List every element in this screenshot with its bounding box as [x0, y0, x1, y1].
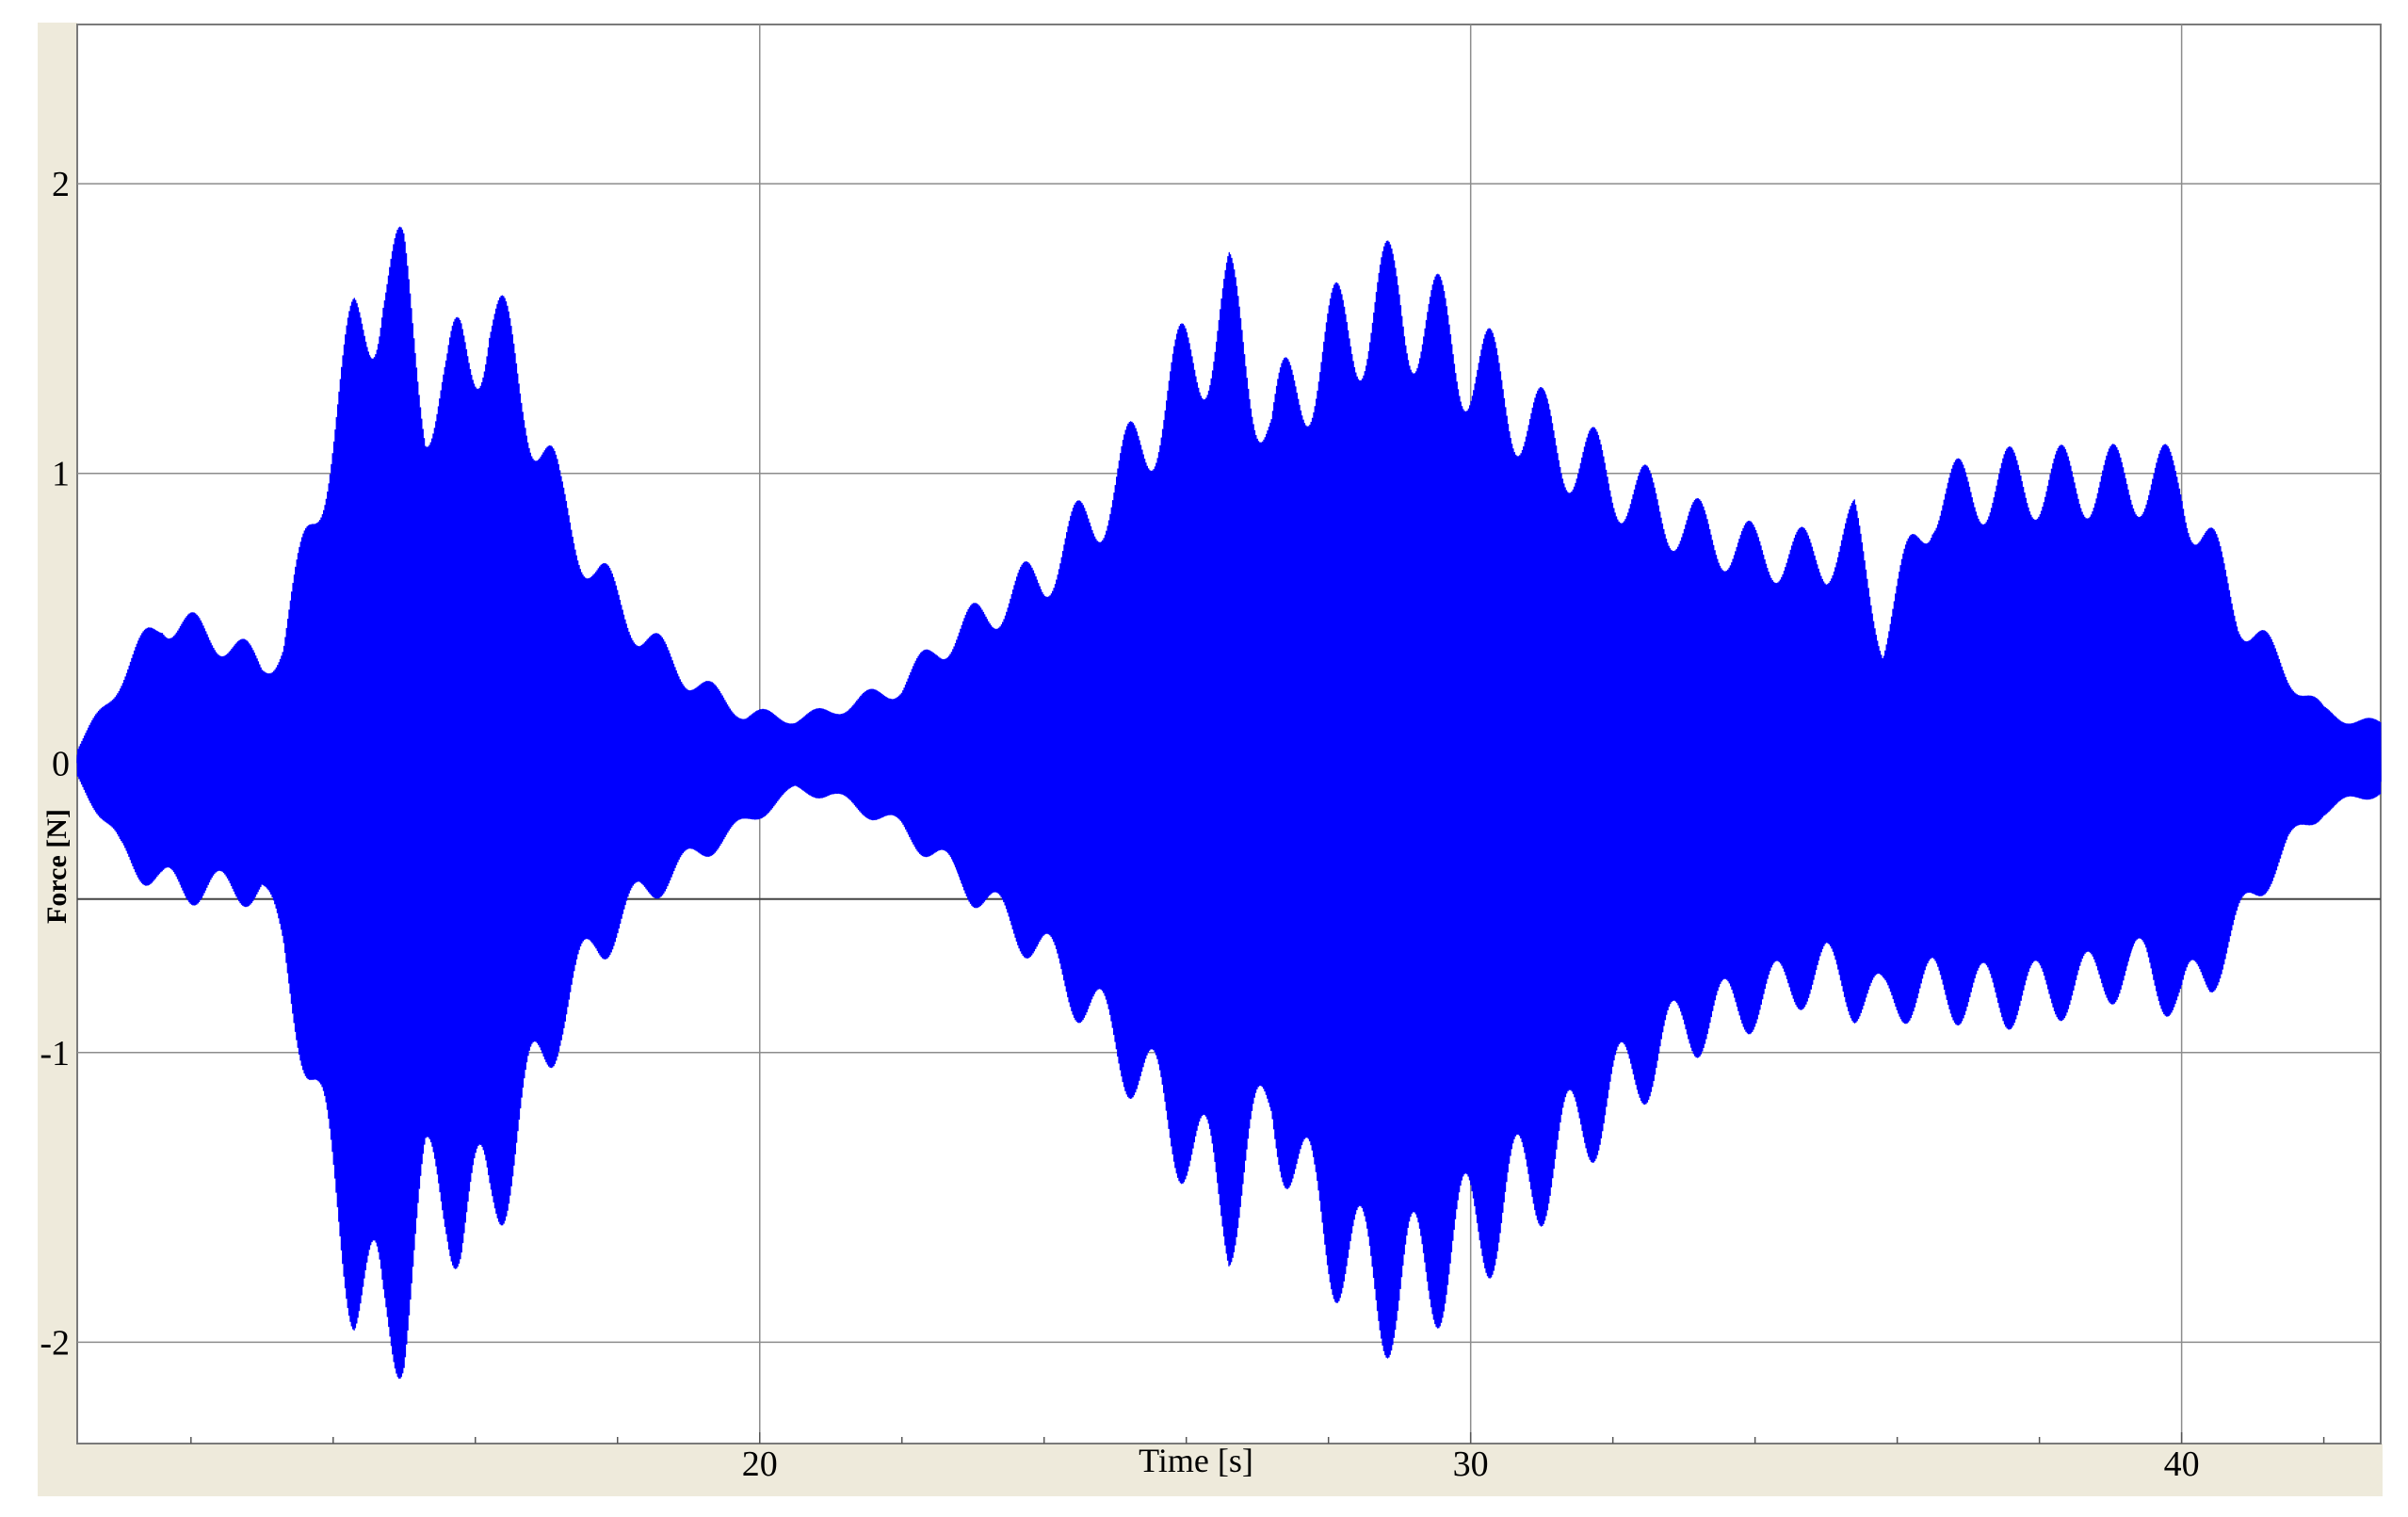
x-tick-label: 40 — [2164, 1444, 2200, 1484]
y-axis-label: Force [N] — [41, 809, 73, 924]
x-tick-label: 30 — [1453, 1444, 1489, 1484]
y-tick-label: -1 — [40, 1034, 70, 1073]
x-tick-label: 20 — [742, 1444, 778, 1484]
force-time-chart: 20 30 40 2 1 0 -1 -2 Time [s] Force [N] — [0, 0, 2408, 1517]
x-axis-label: Time [s] — [1139, 1442, 1253, 1479]
y-tick-label: 0 — [52, 744, 70, 783]
y-tick-label: 1 — [52, 455, 70, 494]
y-tick-label: 2 — [52, 165, 70, 204]
y-tick-label: -2 — [40, 1323, 70, 1363]
